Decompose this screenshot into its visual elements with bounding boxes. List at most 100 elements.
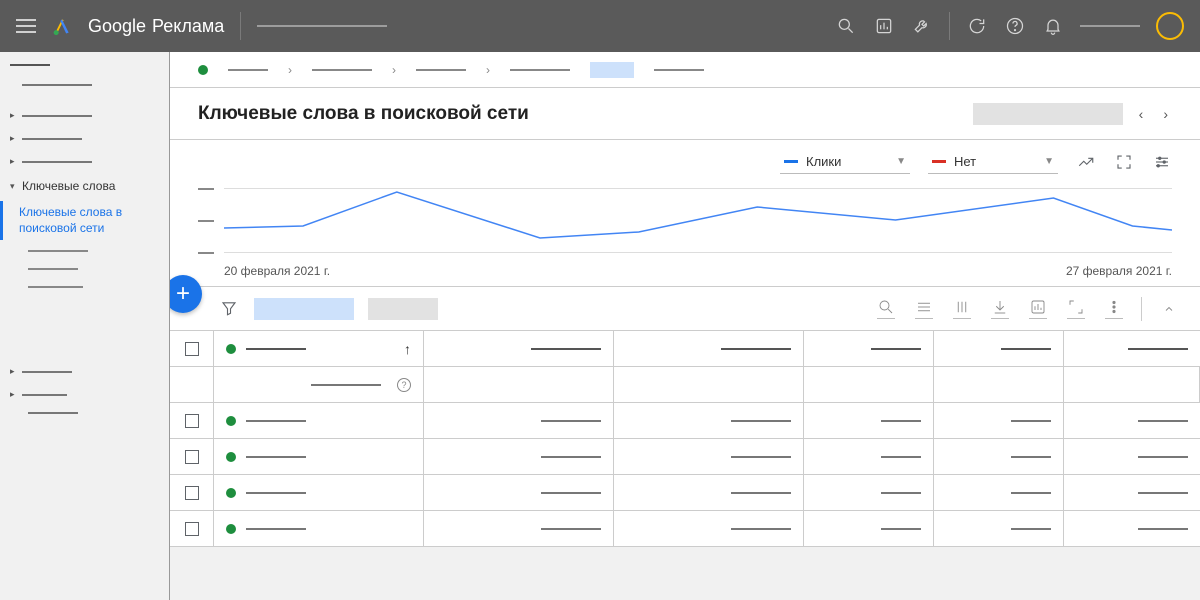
sidebar-item[interactable] [0, 80, 169, 90]
expand-table-icon[interactable] [1065, 298, 1087, 319]
filter-chip[interactable] [368, 298, 438, 320]
sort-asc-icon: ↑ [404, 341, 411, 357]
select-all-checkbox[interactable] [185, 342, 199, 356]
reports-icon[interactable] [873, 15, 895, 37]
sidebar-item-keywords[interactable]: ▾Ключевые слова [0, 175, 169, 197]
sidebar-label: Ключевые слова [22, 179, 115, 193]
brand-google: Google [88, 16, 146, 37]
chart-date-start: 20 февраля 2021 г. [224, 264, 330, 278]
chart-plot [198, 180, 1172, 260]
row-checkbox[interactable] [185, 450, 199, 464]
add-keyword-button[interactable]: + [170, 275, 202, 313]
more-icon[interactable] [1103, 298, 1125, 319]
chevron-down-icon: ▼ [1044, 156, 1054, 167]
divider [1141, 297, 1142, 321]
table-row[interactable] [170, 439, 1200, 475]
sidebar-item[interactable]: ▸ [0, 385, 169, 404]
menu-icon[interactable] [16, 19, 36, 33]
table-subheader-row: ? [170, 367, 1200, 403]
column-header[interactable]: ↑ [214, 331, 424, 366]
notifications-icon[interactable] [1042, 15, 1064, 37]
page-header: Ключевые слова в поисковой сети ‹ › [170, 88, 1200, 140]
next-period-button[interactable]: › [1159, 106, 1172, 122]
sidebar-section [0, 64, 169, 66]
keywords-table: ↑ ? [170, 331, 1200, 547]
page-title: Ключевые слова в поисковой сети [198, 103, 961, 125]
sidebar-item[interactable] [0, 244, 169, 258]
chart-date-end: 27 февраля 2021 г. [1066, 264, 1172, 278]
sidebar-item[interactable] [0, 408, 169, 418]
metric-2-select[interactable]: Нет ▼ [928, 150, 1058, 174]
help-icon[interactable]: ? [397, 378, 411, 392]
app-header: Google Реклама [0, 0, 1200, 52]
columns-icon[interactable] [951, 298, 973, 319]
status-dot-icon [226, 344, 236, 354]
chart-card: Клики ▼ Нет ▼ [170, 140, 1200, 287]
breadcrumb-item[interactable] [416, 69, 466, 71]
column-header[interactable] [424, 331, 614, 366]
download-icon[interactable] [989, 298, 1011, 319]
table-toolbar: + [170, 287, 1200, 331]
collapse-icon[interactable] [1158, 300, 1180, 318]
sidebar-item[interactable]: ▸ [0, 106, 169, 125]
sidebar-item-search-keywords[interactable]: Ключевые слова в поисковой сети [0, 201, 169, 240]
prev-period-button[interactable]: ‹ [1135, 106, 1148, 122]
row-checkbox[interactable] [185, 414, 199, 428]
breadcrumb-item[interactable] [312, 69, 372, 71]
table-row[interactable] [170, 511, 1200, 547]
search-icon[interactable] [835, 15, 857, 37]
series-swatch-icon [784, 160, 798, 163]
report-icon[interactable] [1027, 298, 1049, 319]
tools-icon[interactable] [911, 15, 933, 37]
segment-icon[interactable] [913, 298, 935, 319]
status-dot-icon [198, 65, 208, 75]
filter-chip[interactable] [254, 298, 354, 320]
metric-label: Клики [806, 154, 841, 169]
brand-text: Google Реклама [88, 16, 224, 37]
chart-type-icon[interactable] [1076, 152, 1096, 172]
account-selector[interactable] [257, 25, 387, 27]
chevron-right-icon: › [288, 63, 292, 77]
breadcrumb: › › › [170, 52, 1200, 88]
row-checkbox[interactable] [185, 522, 199, 536]
breadcrumb-item[interactable] [654, 69, 704, 71]
breadcrumb-item[interactable] [228, 69, 268, 71]
metric-label: Нет [954, 154, 976, 169]
metric-1-select[interactable]: Клики ▼ [780, 150, 910, 174]
refresh-icon[interactable] [966, 15, 988, 37]
help-icon[interactable] [1004, 15, 1026, 37]
date-range-picker[interactable] [973, 103, 1123, 125]
table-search-icon[interactable] [875, 298, 897, 319]
sidebar-item[interactable]: ▸ [0, 129, 169, 148]
column-header[interactable] [934, 331, 1064, 366]
table-row[interactable] [170, 403, 1200, 439]
main-content: › › › Ключевые слова в поисковой сети ‹ … [170, 52, 1200, 600]
google-ads-logo-icon [52, 16, 72, 36]
breadcrumb-item[interactable] [510, 69, 570, 71]
sidebar-item[interactable] [0, 280, 169, 294]
chevron-right-icon: › [486, 63, 490, 77]
table-header-row: ↑ [170, 331, 1200, 367]
filter-icon[interactable] [220, 299, 240, 319]
table-row[interactable] [170, 475, 1200, 511]
status-dot-icon [226, 488, 236, 498]
column-header[interactable] [804, 331, 934, 366]
sidebar-item[interactable] [0, 262, 169, 276]
status-dot-icon [226, 452, 236, 462]
divider [240, 12, 241, 40]
adjust-icon[interactable] [1152, 152, 1172, 172]
chevron-right-icon: › [392, 63, 396, 77]
chevron-down-icon: ▼ [896, 156, 906, 167]
avatar[interactable] [1156, 12, 1184, 40]
row-checkbox[interactable] [185, 486, 199, 500]
column-header[interactable] [614, 331, 804, 366]
account-name[interactable] [1080, 25, 1140, 27]
sidebar-label: Ключевые слова в поисковой сети [19, 205, 122, 235]
status-dot-icon [226, 416, 236, 426]
sidebar-item[interactable]: ▸ [0, 152, 169, 171]
brand-product: Реклама [152, 16, 224, 37]
breadcrumb-badge [590, 62, 634, 78]
expand-icon[interactable] [1114, 152, 1134, 172]
sidebar-item[interactable]: ▸ [0, 362, 169, 381]
column-header[interactable] [1064, 331, 1200, 366]
